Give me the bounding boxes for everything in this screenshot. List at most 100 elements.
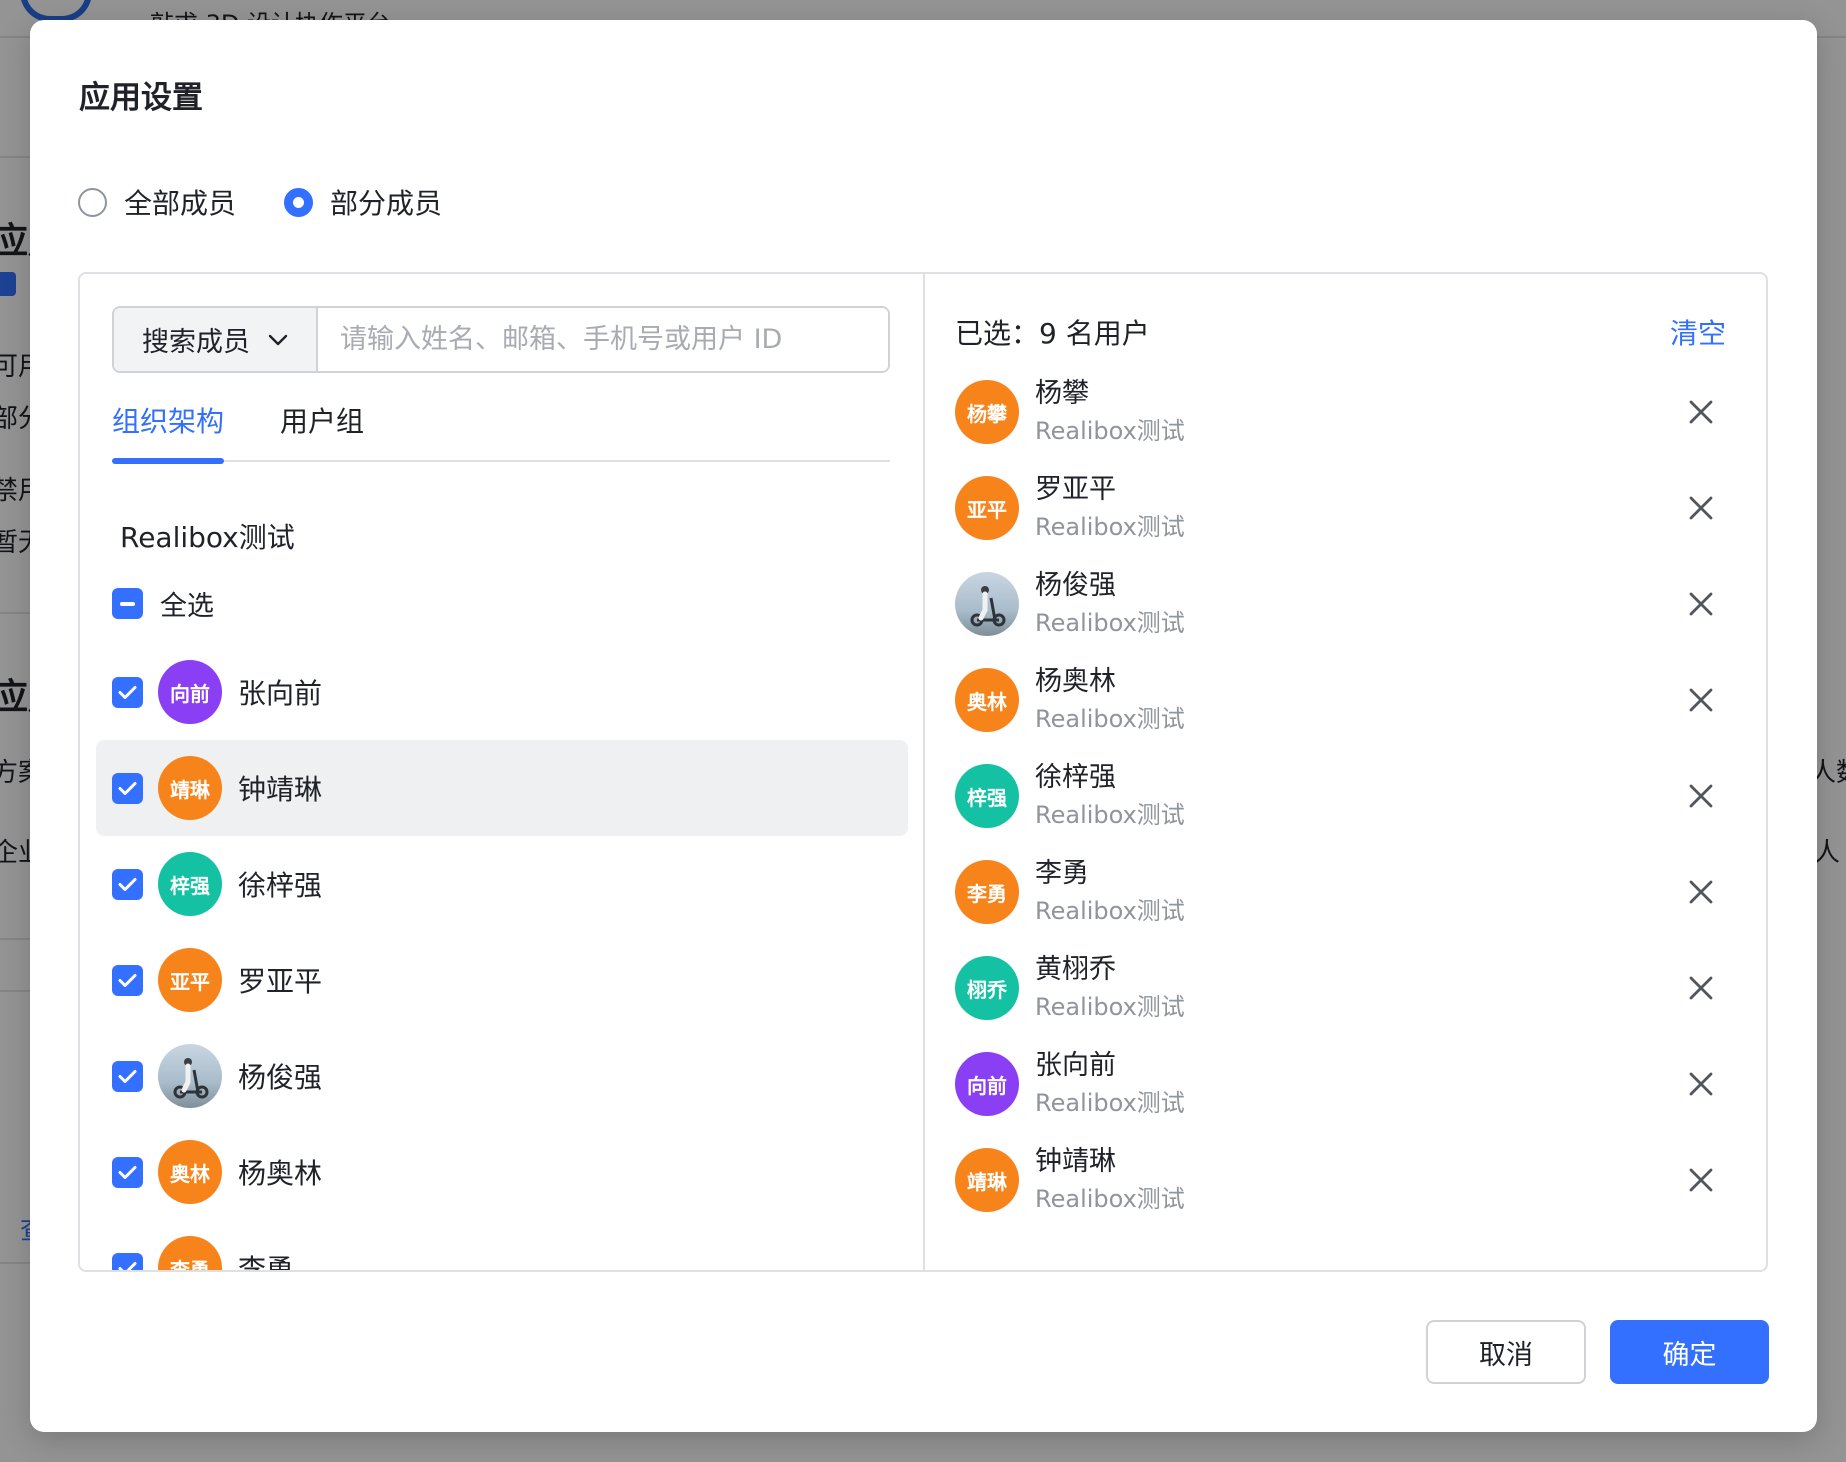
member-row[interactable]: 靖琳 钟靖琳 bbox=[96, 740, 908, 836]
tab-org-structure[interactable]: 组织架构 bbox=[112, 400, 224, 464]
close-icon[interactable] bbox=[1685, 1164, 1717, 1196]
selected-user-name: 钟靖琳 bbox=[1035, 1146, 1116, 1177]
member-row[interactable]: 向前 张向前 bbox=[96, 644, 908, 740]
checkbox-checked[interactable] bbox=[112, 868, 143, 900]
selected-user-name: 杨俊强 bbox=[1035, 570, 1116, 601]
cancel-button[interactable]: 取消 bbox=[1426, 1320, 1586, 1384]
avatar-initials: 向前 bbox=[170, 681, 210, 706]
selected-count: 已选：9 名用户 bbox=[955, 312, 1150, 352]
member-picker-panel: 搜索成员 组织架构 用户组 Realibox测试 全选 向前 张向前 bbox=[78, 272, 1768, 1272]
tab-active-indicator bbox=[112, 458, 224, 464]
close-icon[interactable] bbox=[1685, 1068, 1717, 1100]
selected-user-org: Realibox测试 bbox=[1035, 897, 1185, 925]
close-icon[interactable] bbox=[1685, 396, 1717, 428]
search-type-dropdown[interactable]: 搜索成员 bbox=[114, 308, 318, 371]
member-list: 向前 张向前 靖琳 钟靖琳 梓强 徐梓强 亚平 罗亚平 杨俊强 奥林 杨奥林 李… bbox=[96, 644, 908, 1272]
member-row[interactable]: 李勇 李勇 bbox=[96, 1220, 908, 1272]
close-icon[interactable] bbox=[1685, 684, 1717, 716]
org-name: Realibox测试 bbox=[120, 521, 295, 554]
avatar-initials: 栩乔 bbox=[967, 977, 1007, 1002]
checkbox-checked[interactable] bbox=[112, 964, 143, 996]
selected-user-info: 罗亚平 Realibox测试 bbox=[1035, 471, 1185, 545]
selected-user-name: 徐梓强 bbox=[1035, 762, 1116, 793]
avatar-initials: 亚平 bbox=[170, 969, 210, 994]
avatar-initials: 亚平 bbox=[967, 497, 1007, 522]
selected-user-name: 杨奥林 bbox=[1035, 666, 1116, 697]
member-row[interactable]: 亚平 罗亚平 bbox=[96, 932, 908, 1028]
member-row[interactable]: 奥林 杨奥林 bbox=[96, 1124, 908, 1220]
selected-user-info: 杨奥林 Realibox测试 bbox=[1035, 663, 1185, 737]
avatar-initials: 奥林 bbox=[170, 1161, 210, 1186]
search-type-label: 搜索成员 bbox=[142, 327, 250, 358]
avatar-photo bbox=[955, 572, 1019, 636]
selected-user-name: 杨攀 bbox=[1035, 378, 1089, 409]
check-icon bbox=[118, 1165, 137, 1179]
check-icon bbox=[118, 781, 137, 795]
selected-user-info: 徐梓强 Realibox测试 bbox=[1035, 759, 1185, 833]
avatar-initials: 向前 bbox=[967, 1073, 1007, 1098]
member-name: 罗亚平 bbox=[238, 965, 323, 998]
avatar: 靖琳 bbox=[955, 1148, 1019, 1212]
confirm-button[interactable]: 确定 bbox=[1610, 1320, 1769, 1384]
selected-user-info: 杨攀 Realibox测试 bbox=[1035, 375, 1185, 449]
avatar: 杨攀 bbox=[955, 380, 1019, 444]
member-scope-radio-group: 全部成员 部分成员 bbox=[78, 182, 490, 222]
check-icon bbox=[118, 1069, 137, 1083]
selected-number: 9 bbox=[1039, 317, 1057, 350]
close-icon[interactable] bbox=[1685, 492, 1717, 524]
search-input[interactable] bbox=[318, 308, 888, 371]
radio-label: 全部成员 bbox=[124, 187, 237, 220]
selected-user-name: 李勇 bbox=[1035, 858, 1089, 889]
member-row[interactable]: 杨俊强 bbox=[96, 1028, 908, 1124]
selected-user-item: 栩乔 黄栩乔 Realibox测试 bbox=[955, 940, 1745, 1036]
avatar-initials: 杨攀 bbox=[967, 401, 1007, 426]
dialog-title: 应用设置 bbox=[79, 80, 203, 116]
selected-user-org: Realibox测试 bbox=[1035, 801, 1185, 829]
avatar: 奥林 bbox=[955, 668, 1019, 732]
selected-user-item: 亚平 罗亚平 Realibox测试 bbox=[955, 460, 1745, 556]
selected-user-org: Realibox测试 bbox=[1035, 609, 1185, 637]
check-icon bbox=[118, 973, 137, 987]
radio-all-members[interactable]: 全部成员 bbox=[78, 182, 236, 222]
avatar: 亚平 bbox=[955, 476, 1019, 540]
avatar: 向前 bbox=[158, 660, 222, 724]
check-icon bbox=[118, 685, 137, 699]
selected-prefix: 已选： bbox=[955, 317, 1040, 350]
clear-selection-button[interactable]: 清空 bbox=[1670, 312, 1726, 352]
member-search: 搜索成员 bbox=[112, 306, 890, 373]
checkbox-checked[interactable] bbox=[112, 676, 143, 708]
tab-label: 用户组 bbox=[280, 405, 365, 438]
selected-user-item: 杨俊强 Realibox测试 bbox=[955, 556, 1745, 652]
radio-partial-members[interactable]: 部分成员 bbox=[284, 182, 442, 222]
radio-label: 部分成员 bbox=[330, 187, 443, 220]
minus-icon bbox=[120, 601, 135, 606]
selected-suffix: 名用户 bbox=[1065, 317, 1150, 350]
avatar-initials: 靖琳 bbox=[170, 777, 210, 802]
selected-user-name: 罗亚平 bbox=[1035, 474, 1116, 505]
checkbox-checked[interactable] bbox=[112, 772, 143, 804]
avatar-initials: 梓强 bbox=[967, 785, 1007, 810]
avatar-initials: 李勇 bbox=[967, 881, 1007, 906]
avatar: 奥林 bbox=[158, 1140, 222, 1204]
member-row[interactable]: 梓强 徐梓强 bbox=[96, 836, 908, 932]
selected-user-item: 奥林 杨奥林 Realibox测试 bbox=[955, 652, 1745, 748]
checkbox-checked[interactable] bbox=[112, 1060, 143, 1092]
avatar: 梓强 bbox=[955, 764, 1019, 828]
selected-user-item: 梓强 徐梓强 Realibox测试 bbox=[955, 748, 1745, 844]
close-icon[interactable] bbox=[1685, 780, 1717, 812]
checkbox-checked[interactable] bbox=[112, 1156, 143, 1188]
avatar-initials: 梓强 bbox=[170, 873, 210, 898]
close-icon[interactable] bbox=[1685, 876, 1717, 908]
tab-user-groups[interactable]: 用户组 bbox=[280, 400, 364, 460]
selected-user-item: 靖琳 钟靖琳 Realibox测试 bbox=[955, 1132, 1745, 1228]
avatar: 靖琳 bbox=[158, 756, 222, 820]
selected-user-info: 李勇 Realibox测试 bbox=[1035, 855, 1185, 929]
checkbox-checked[interactable] bbox=[112, 1252, 143, 1270]
selected-user-org: Realibox测试 bbox=[1035, 1185, 1185, 1213]
selected-user-item: 向前 张向前 Realibox测试 bbox=[955, 1036, 1745, 1132]
select-all-checkbox[interactable]: 全选 bbox=[112, 584, 214, 623]
close-icon[interactable] bbox=[1685, 972, 1717, 1004]
close-icon[interactable] bbox=[1685, 588, 1717, 620]
avatar-initials: 李勇 bbox=[170, 1257, 210, 1272]
app-settings-dialog: 应用设置 全部成员 部分成员 搜索成员 组织架构 用户组 bbox=[30, 20, 1817, 1432]
